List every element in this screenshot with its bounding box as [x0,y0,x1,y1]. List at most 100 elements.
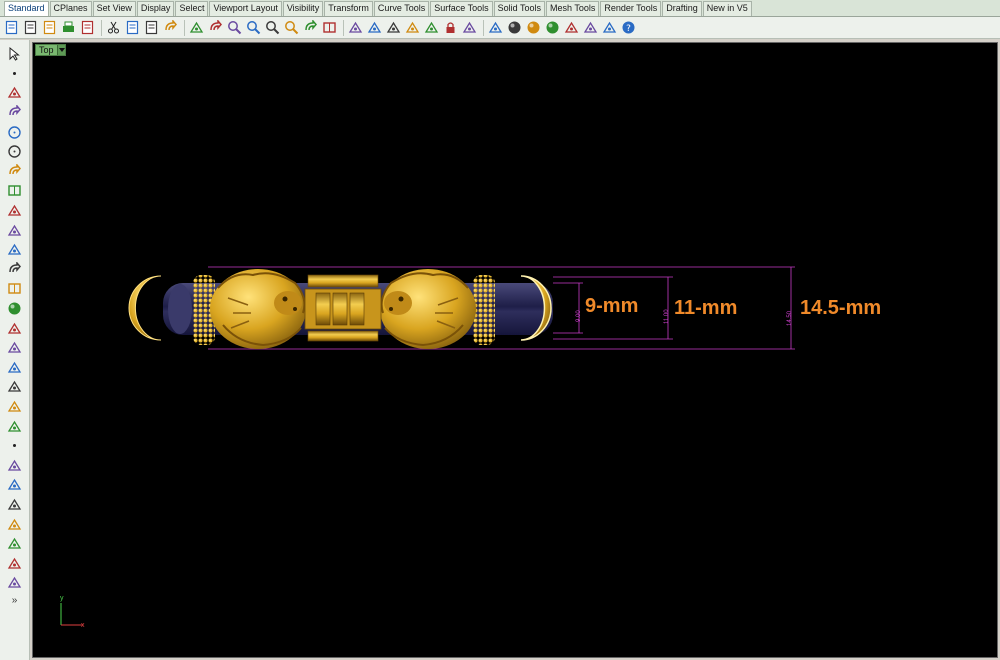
properties-button[interactable] [461,19,478,37]
print-button[interactable] [60,19,77,37]
new-file-button[interactable] [3,19,20,37]
light-bulb-button[interactable] [563,19,580,37]
tab-render-tools[interactable]: Render Tools [600,1,662,16]
settings-button[interactable] [582,19,599,37]
solid-icon [7,419,22,434]
polygon-icon [7,203,22,218]
snap-button[interactable] [366,19,383,37]
zoom-selected-button[interactable] [283,19,300,37]
rectangle-button[interactable] [5,181,25,201]
toolbar-separator [184,19,185,36]
cplane-button[interactable] [347,19,364,37]
lock-button[interactable] [442,19,459,37]
tab-curve-tools[interactable]: Curve Tools [373,1,430,16]
more-tools-button[interactable]: » [12,595,18,606]
bracelet-model[interactable] [33,43,998,658]
layer-button[interactable] [404,19,421,37]
settings-icon [583,20,598,35]
sphere-button[interactable] [5,299,25,319]
import-button[interactable] [79,19,96,37]
point-button[interactable] [5,64,25,84]
save-button[interactable] [41,19,58,37]
edit-points-button[interactable] [5,436,25,456]
copy-icon [125,20,140,35]
render-sphere-button[interactable] [525,19,542,37]
grid-icon [386,20,401,35]
dimension-button[interactable] [5,514,25,534]
blue-sphere-icon [545,20,560,35]
tab-new-in-v5[interactable]: New in V5 [702,1,752,16]
grid-button[interactable] [385,19,402,37]
pan-button[interactable] [188,19,205,37]
cut-button[interactable] [105,19,122,37]
zoom-window-button[interactable] [245,19,262,37]
group-button[interactable] [5,534,25,554]
curve-from-object-button[interactable] [5,260,25,280]
open-file-button[interactable] [22,19,39,37]
tab-transform[interactable]: Transform [324,1,373,16]
circle-icon [7,125,22,140]
dimension-label-11mm: 11-mm [674,297,738,319]
shaded-sphere-button[interactable] [506,19,523,37]
help-button[interactable]: ? [620,19,637,37]
tab-set-view[interactable]: Set View [92,1,136,16]
boolean-button[interactable] [5,397,25,417]
zoom-button[interactable] [226,19,243,37]
curve-from-object-icon [7,261,22,277]
cut-icon [106,20,121,35]
tab-viewport-layout[interactable]: Viewport Layout [209,1,282,16]
tab-drafting[interactable]: Drafting [662,1,702,16]
fillet-button[interactable] [5,220,25,240]
boolean-icon [7,399,22,414]
tab-select[interactable]: Select [175,1,209,16]
history-icon [602,20,617,35]
paste-button[interactable] [143,19,160,37]
undo-view-button[interactable] [302,19,319,37]
polygon-button[interactable] [5,201,25,221]
copy-button[interactable] [124,19,141,37]
four-viewports-button[interactable] [321,19,338,37]
tab-standard[interactable]: Standard [4,1,49,16]
zoom-extents-button[interactable] [264,19,281,37]
analyze-button[interactable] [5,553,25,573]
zoom-window-icon [246,20,261,35]
tab-mesh-tools[interactable]: Mesh Tools [545,1,600,16]
tab-cplanes[interactable]: CPlanes [49,1,92,16]
extrude-button[interactable] [5,338,25,358]
curve-button[interactable] [5,103,25,123]
dimension-label-9mm: 9-mm [585,295,639,317]
blue-sphere-button[interactable] [544,19,561,37]
light-button[interactable] [423,19,440,37]
offset-button[interactable] [5,240,25,260]
fillet-icon [7,223,22,238]
solid-button[interactable] [5,416,25,436]
axis-x-label: x [81,622,85,629]
ellipse-button[interactable] [5,142,25,162]
circle-button[interactable] [5,122,25,142]
right-lion-head [380,269,476,349]
tab-surface-tools[interactable]: Surface Tools [430,1,493,16]
tab-solid-tools[interactable]: Solid Tools [493,1,545,16]
undo-button[interactable] [162,19,179,37]
axis-y-label: y [60,595,64,602]
tab-visibility[interactable]: Visibility [282,1,324,16]
arc-button[interactable] [5,162,25,182]
rotate-view-button[interactable] [207,19,224,37]
history-button[interactable] [601,19,618,37]
polyline-icon [7,85,22,100]
render-color-button[interactable] [487,19,504,37]
trim-button[interactable] [5,455,25,475]
render-button[interactable] [5,573,25,593]
box-button[interactable] [5,279,25,299]
top-viewport[interactable]: Top 9.00 11.00 14.50 9-mm 11-mm 14.5-mm … [32,42,998,658]
split-button[interactable] [5,475,25,495]
cylinder-button[interactable] [5,318,25,338]
rectangle-icon [7,183,22,198]
polyline-button[interactable] [5,83,25,103]
text-button[interactable] [5,495,25,515]
transform-button[interactable] [5,377,25,397]
tab-display[interactable]: Display [136,1,175,16]
select-arrow-button[interactable] [5,44,25,64]
pan-icon [189,20,204,35]
surface-button[interactable] [5,358,25,378]
